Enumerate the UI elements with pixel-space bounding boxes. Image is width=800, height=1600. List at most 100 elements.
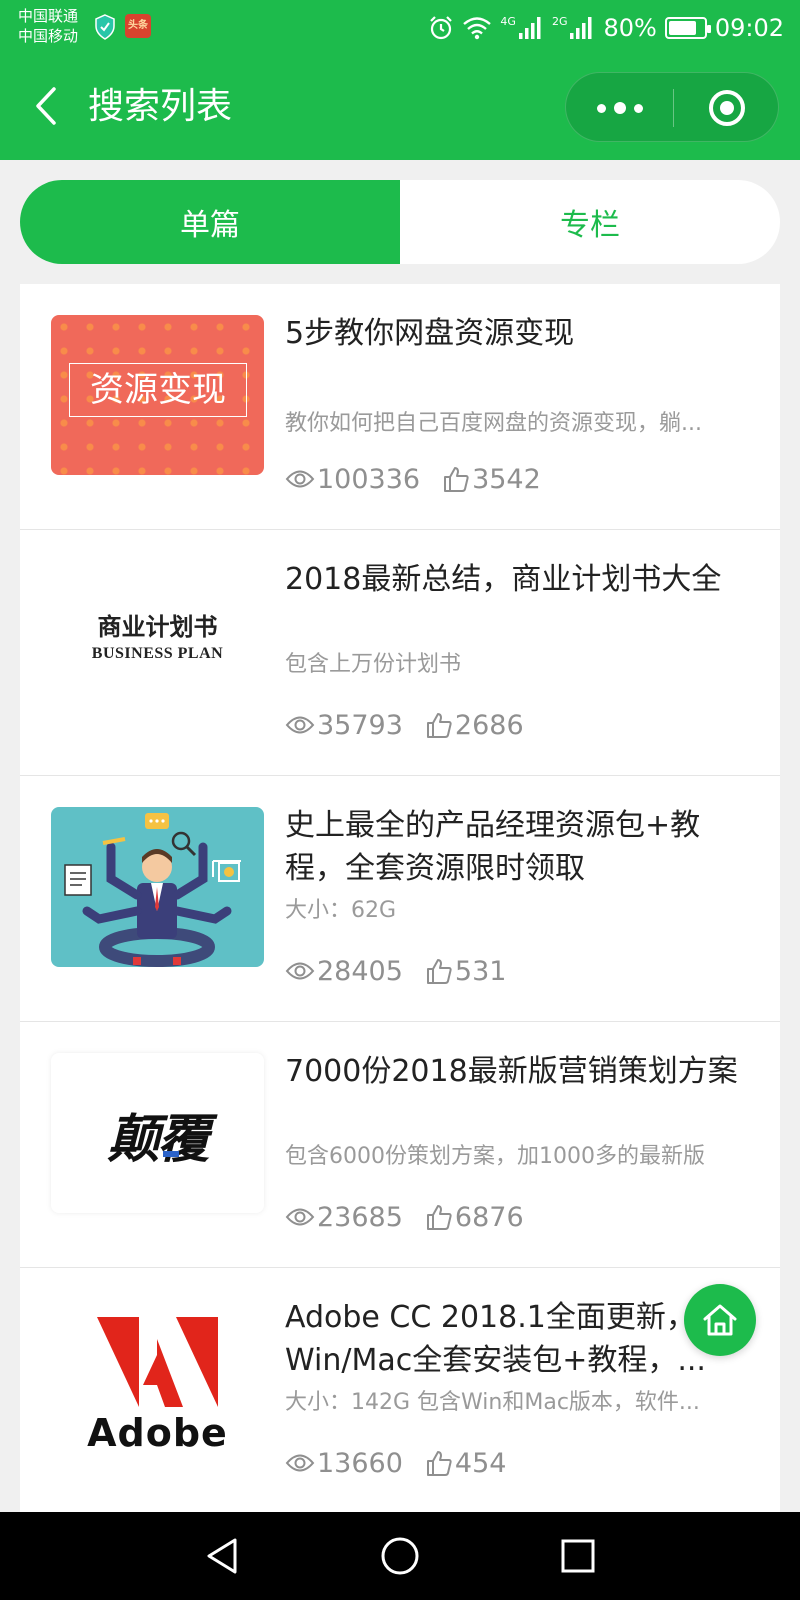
item-title: 5步教你网盘资源变现 xyxy=(285,316,575,351)
nav-home-button[interactable] xyxy=(374,1530,426,1582)
battery-fill xyxy=(668,21,696,35)
system-navigation-bar xyxy=(0,1512,800,1600)
carrier-2: 中国移动 xyxy=(18,27,79,45)
item-title: Adobe CC 2018.1全面更新，Win/Mac全套安装包+教程，... xyxy=(285,1300,706,1378)
list-item[interactable]: 资源变现 5步教你网盘资源变现 教你如何把自己百度网盘的资源变现，躺... 10… xyxy=(20,284,780,530)
views-count: 35793 xyxy=(317,709,403,741)
page-title: 搜索列表 xyxy=(88,86,233,127)
nav-recents-button[interactable] xyxy=(552,1530,604,1582)
circle-home-icon xyxy=(381,1537,419,1575)
tab-single[interactable]: 单篇 xyxy=(20,180,400,264)
battery-icon xyxy=(664,17,711,39)
item-stats: 23685 6876 xyxy=(285,1200,546,1234)
likes-stat: 454 xyxy=(425,1447,507,1479)
views-stat: 35793 xyxy=(285,710,403,741)
back-button[interactable] xyxy=(24,80,68,132)
thumbnail-subtext: BUSINESS PLAN xyxy=(91,645,224,662)
alarm-icon xyxy=(430,16,453,40)
item-description: 大小：142G 包含Win和Mac版本，软件... xyxy=(285,1390,700,1415)
carrier-1: 中国联通 xyxy=(18,7,79,25)
views-count: 23685 xyxy=(317,1201,403,1233)
search-result-list: 资源变现 5步教你网盘资源变现 教你如何把自己百度网盘的资源变现，躺... 10… xyxy=(20,284,780,1512)
more-dot xyxy=(613,102,626,114)
back-arrow-icon xyxy=(36,87,56,125)
views-stat: 100336 xyxy=(285,464,420,495)
item-thumbnail xyxy=(51,807,264,967)
item-thumbnail: 资源变现 xyxy=(51,315,264,475)
item-description: 包含上万份计划书 xyxy=(285,652,462,677)
home-icon xyxy=(703,1304,737,1336)
thumbs-up-icon xyxy=(444,467,469,492)
list-item[interactable]: 颠覆 7000份2018最新版营销策划方案 包含6000份策划方案，加1000多… xyxy=(20,1022,780,1268)
item-stats: 35793 2686 xyxy=(285,708,546,742)
more-dot xyxy=(633,103,643,113)
status-time: 09:02 xyxy=(714,14,784,42)
item-stats: 28405 531 xyxy=(285,954,528,988)
thumbnail-text: 资源变现 xyxy=(90,370,226,410)
close-mini-program-button[interactable] xyxy=(673,73,780,143)
mini-program-capsule xyxy=(565,72,779,142)
thumbs-up-icon xyxy=(426,1451,452,1476)
more-dot xyxy=(596,103,606,113)
views-count: 13660 xyxy=(317,1447,403,1479)
item-description: 包含6000份策划方案，加1000多的最新版 xyxy=(285,1144,705,1169)
signal-icon xyxy=(518,17,541,39)
likes-count: 3542 xyxy=(472,463,541,495)
product-manager-illustration xyxy=(64,813,241,967)
list-item[interactable]: 史上最全的产品经理资源包+教程，全套资源限时领取 大小：62G 28405 53… xyxy=(20,776,780,1022)
likes-stat: 6876 xyxy=(425,1202,524,1233)
likes-stat: 531 xyxy=(425,955,507,987)
signal-icon-2 xyxy=(570,17,592,39)
item-description: 教你如何把自己百度网盘的资源变现，躺... xyxy=(285,411,702,436)
likes-stat: 3542 xyxy=(442,464,541,495)
eye-icon xyxy=(285,470,315,488)
item-title: 史上最全的产品经理资源包+教程，全套资源限时领取 xyxy=(285,808,701,886)
square-recents-icon xyxy=(561,1539,595,1573)
thumbnail-text: 颠覆 xyxy=(107,1110,209,1170)
network-type-1: 4G xyxy=(500,14,516,28)
segment-tabs: 单篇 专栏 xyxy=(20,180,780,264)
home-button[interactable] xyxy=(684,1284,756,1356)
eye-icon xyxy=(285,962,315,980)
close-circle-icon xyxy=(708,90,745,126)
status-indicators: 4G 2G 80% 09:02 xyxy=(428,10,784,46)
likes-stat: 2686 xyxy=(425,710,524,741)
thumbnail-text: Adobe xyxy=(87,1411,228,1455)
item-stats: 13660 454 xyxy=(285,1446,528,1480)
thumbnail-text: 商业计划书 xyxy=(97,613,218,641)
shield-icon xyxy=(95,14,115,40)
triangle-back-icon xyxy=(207,1538,237,1574)
views-stat: 23685 xyxy=(285,1202,403,1233)
likes-count: 531 xyxy=(454,955,507,987)
item-thumbnail: Adobe xyxy=(51,1299,264,1459)
status-bar: 中国联通 中国移动 头条 4G 2G 80% 09:02 xyxy=(0,0,800,58)
thumbs-up-icon xyxy=(426,959,452,984)
battery-percent: 80% xyxy=(603,14,657,42)
tab-column[interactable]: 专栏 xyxy=(400,180,780,264)
item-thumbnail: 商业计划书 BUSINESS PLAN xyxy=(51,561,264,721)
eye-icon xyxy=(285,1454,315,1472)
wifi-icon xyxy=(463,17,492,40)
views-stat: 13660 xyxy=(285,1448,403,1479)
list-item[interactable]: 商业计划书 BUSINESS PLAN 2018最新总结，商业计划书大全 包含上… xyxy=(20,530,780,776)
news-app-icon: 头条 xyxy=(125,14,151,38)
thumbs-up-icon xyxy=(426,713,452,738)
likes-count: 6876 xyxy=(454,1201,524,1233)
likes-count: 2686 xyxy=(454,709,524,741)
list-item[interactable]: Adobe Adobe CC 2018.1全面更新，Win/Mac全套安装包+教… xyxy=(20,1268,780,1512)
nav-back-button[interactable] xyxy=(196,1530,248,1582)
eye-icon xyxy=(285,1208,315,1226)
thumbs-up-icon xyxy=(426,1205,452,1230)
likes-count: 454 xyxy=(454,1447,507,1479)
item-description: 大小：62G xyxy=(285,898,397,923)
item-title: 7000份2018最新版营销策划方案 xyxy=(285,1054,738,1089)
eye-icon xyxy=(285,716,315,734)
views-count: 100336 xyxy=(317,463,421,495)
views-count: 28405 xyxy=(317,955,403,987)
item-stats: 100336 3542 xyxy=(285,462,563,496)
carrier-info: 中国联通 中国移动 xyxy=(18,6,78,46)
top-bar: 中国联通 中国移动 头条 4G 2G 80% 09:02 搜索列表 xyxy=(0,0,800,160)
more-button[interactable] xyxy=(566,73,673,143)
views-stat: 28405 xyxy=(285,956,403,987)
item-thumbnail: 颠覆 xyxy=(51,1053,264,1213)
